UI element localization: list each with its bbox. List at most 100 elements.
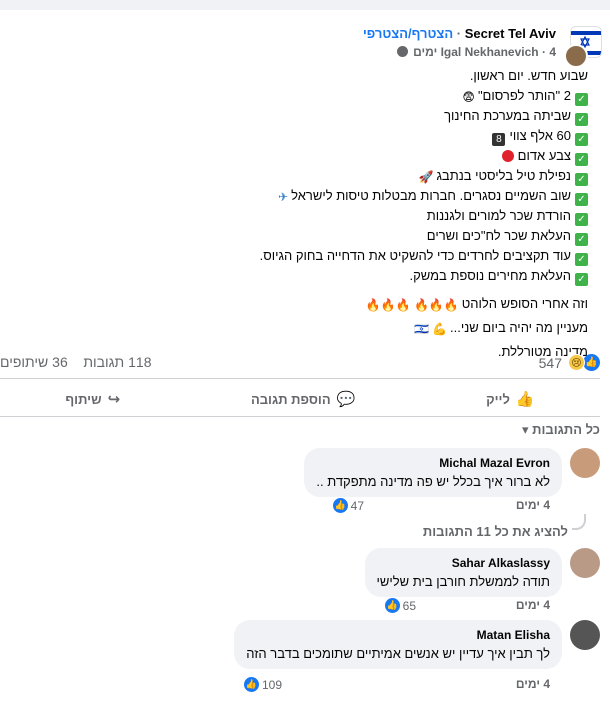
post-line: ✓ נפילת טיל בליסטי בנתבג🚀 bbox=[8, 166, 588, 186]
comment-text: לך תבין איך עדיין יש אנשים אמיתיים שתומכ… bbox=[246, 646, 550, 661]
post-line: וזה אחרי הסופש הלוהט🔥🔥🔥 🔥🔥🔥 bbox=[8, 294, 588, 314]
reaction-summary[interactable]: 👍 😢 547 bbox=[539, 354, 600, 371]
post-line-text: מעניין מה יהיה ביום שני... bbox=[450, 320, 588, 335]
comment: Michal Mazal Evron לא ברור איך בכלל יש פ… bbox=[40, 448, 600, 518]
author-avatar[interactable] bbox=[564, 44, 588, 68]
globe-icon bbox=[396, 46, 408, 57]
join-group-link[interactable]: הצטרף/הצטרפי bbox=[363, 26, 453, 41]
post-line: ✓ שוב השמיים נסגרים. חברות מבטלות טיסות ל… bbox=[8, 186, 588, 206]
check-mark-icon: ✓ bbox=[575, 233, 588, 246]
author-name[interactable]: Igal Nekhanevich bbox=[441, 45, 539, 59]
comment-bubble: Sahar Alkaslassy תודה לממשלת חורבן בית ש… bbox=[364, 548, 562, 597]
like-reaction-icon: 👍 bbox=[243, 677, 259, 692]
like-reaction-icon: 👍 bbox=[583, 354, 600, 371]
check-mark-icon: ✓ bbox=[575, 273, 588, 286]
comment-time[interactable]: 4 ימים bbox=[516, 598, 550, 612]
divider bbox=[0, 416, 600, 417]
comment-bubble: Michal Mazal Evron לא ברור איך בכלל יש פ… bbox=[304, 448, 562, 497]
comment-like-count: 65 bbox=[402, 598, 416, 613]
like-button[interactable]: 👍 לייק bbox=[486, 383, 534, 415]
comment-bubble-icon: 💬 bbox=[336, 391, 356, 408]
comment: Sahar Alkaslassy תודה לממשלת חורבן בית ש… bbox=[40, 548, 600, 618]
rocket-icon: 🚀 bbox=[418, 170, 434, 184]
commenter-name[interactable]: Matan Elisha bbox=[246, 628, 550, 642]
post-line-text: שוב השמיים נסגרים. חברות מבטלות טיסות לי… bbox=[291, 188, 571, 203]
separator-dot: · bbox=[456, 26, 462, 41]
post-stats: 👍 😢 547 118 תגובות 36 שיתופים bbox=[0, 354, 600, 374]
separator-dot: · bbox=[541, 45, 546, 59]
post-line-text: שביתה במערכת החינוך bbox=[444, 108, 571, 123]
comment: Matan Elisha לך תבין איך עדיין יש אנשים … bbox=[40, 620, 600, 692]
chevron-down-icon: ▾ bbox=[522, 422, 529, 437]
check-mark-icon: ✓ bbox=[575, 93, 588, 106]
reply-thread-line bbox=[572, 514, 586, 530]
comment-text: לא ברור איך בכלל יש פה מדינה מתפקדת .. bbox=[316, 474, 550, 489]
comment-time[interactable]: 4 ימים bbox=[516, 498, 550, 512]
comment-time[interactable]: 4 ימים bbox=[516, 677, 550, 691]
keycap-eight-icon: 8 bbox=[492, 133, 506, 146]
comment-bubble: Matan Elisha לך תבין איך עדיין יש אנשים … bbox=[234, 620, 562, 669]
post-line-text: הורדת שכר למורים ולגננות bbox=[426, 208, 571, 223]
post-body: שבוע חדש. יום ראשון. ✓ 2 "הותר לפרסום"😨 ✓… bbox=[8, 66, 588, 362]
commenter-name[interactable]: Sahar Alkaslassy bbox=[377, 556, 550, 570]
comment-likes[interactable]: 👍 109 bbox=[243, 677, 282, 692]
comment-label: הוספת תגובה bbox=[250, 391, 331, 407]
check-mark-icon: ✓ bbox=[575, 213, 588, 226]
comment-button[interactable]: 💬 הוספת תגובה bbox=[251, 383, 355, 415]
comment-likes[interactable]: 👍 47 bbox=[332, 498, 364, 513]
check-mark-icon: ✓ bbox=[575, 133, 588, 146]
like-reaction-icon: 👍 bbox=[332, 498, 348, 513]
share-count[interactable]: 36 שיתופים bbox=[0, 354, 68, 370]
post-line-text: עוד תקציבים לחרדים כדי להשקיט את הדחייה … bbox=[259, 248, 571, 263]
post-line: ✓ עוד תקציבים לחרדים כדי להשקיט את הדחייה… bbox=[8, 246, 588, 266]
post-line-text: נפילת טיל בליסטי בנתבג bbox=[436, 168, 571, 183]
post-line-text: וזה אחרי הסופש הלוהט bbox=[461, 296, 588, 311]
post-line: שבוע חדש. יום ראשון. bbox=[469, 68, 588, 83]
flexed-biceps-icon: 💪 bbox=[432, 322, 447, 336]
post-card: Secret Tel Aviv · הצטרף/הצטרפי Igal Nekh… bbox=[0, 10, 610, 701]
post-line-text: 60 אלף צווי bbox=[509, 128, 571, 143]
post-line: ✓ 60 אלף צווי8 bbox=[8, 126, 588, 146]
commenter-avatar[interactable] bbox=[570, 620, 600, 650]
share-button[interactable]: ↪ שיתוף bbox=[65, 383, 120, 415]
divider bbox=[0, 378, 600, 379]
post-line: ✓ שביתה במערכת החינוך bbox=[8, 106, 588, 126]
post-line: ✓ צבע אדום bbox=[8, 146, 588, 166]
post-line: ✓ הורדת שכר למורים ולגננות bbox=[8, 206, 588, 226]
post-line: ✓ העלאת שכר לח"כים ושרים bbox=[8, 226, 588, 246]
check-mark-icon: ✓ bbox=[575, 253, 588, 266]
group-name[interactable]: Secret Tel Aviv bbox=[465, 26, 556, 41]
like-label: לייק bbox=[486, 391, 510, 407]
comment-likes[interactable]: 👍 65 bbox=[384, 598, 416, 613]
thumbs-up-icon: 👍 bbox=[515, 391, 535, 408]
comment-filter[interactable]: כל התגובות ▾ bbox=[522, 422, 600, 438]
share-arrow-icon: ↪ bbox=[107, 391, 121, 408]
red-circle-icon bbox=[501, 150, 514, 162]
sad-reaction-icon: 😢 bbox=[568, 354, 585, 371]
comment-text: תודה לממשלת חורבן בית שלישי bbox=[376, 574, 550, 589]
post-line-text: 2 "הותר לפרסום" bbox=[477, 88, 571, 103]
post-line-text: העלאת מחירים נוספת במשק. bbox=[409, 268, 571, 283]
reaction-count: 547 bbox=[538, 354, 562, 371]
check-mark-icon: ✓ bbox=[575, 153, 588, 166]
commenter-avatar[interactable] bbox=[570, 548, 600, 578]
post-line: ✓ 2 "הותר לפרסום"😨 bbox=[8, 86, 588, 106]
post-line-text: העלאת שכר לח"כים ושרים bbox=[426, 228, 571, 243]
fire-icon: 🔥🔥🔥 🔥🔥🔥 bbox=[365, 298, 459, 312]
check-mark-icon: ✓ bbox=[575, 173, 588, 186]
share-label: שיתוף bbox=[65, 391, 102, 407]
comment-count[interactable]: 118 תגובות bbox=[83, 354, 151, 370]
airplane-icon: ✈ bbox=[278, 190, 289, 204]
post-line: ✓ העלאת מחירים נוספת במשק. bbox=[8, 266, 588, 286]
commenter-name[interactable]: Michal Mazal Evron bbox=[316, 456, 550, 470]
post-actions: 👍 לייק 💬 הוספת תגובה ↪ שיתוף bbox=[0, 383, 600, 415]
check-mark-icon: ✓ bbox=[575, 113, 588, 126]
comment-like-count: 47 bbox=[350, 498, 364, 513]
check-mark-icon: ✓ bbox=[575, 193, 588, 206]
scared-face-icon: 😨 bbox=[462, 90, 475, 104]
post-line: מעניין מה יהיה ביום שני...💪🇮🇱 bbox=[8, 318, 588, 338]
filter-label: כל התגובות bbox=[532, 422, 600, 437]
show-all-replies[interactable]: להציג את כל 11 התגובות bbox=[423, 524, 568, 539]
commenter-avatar[interactable] bbox=[570, 448, 600, 478]
post-line-text: צבע אדום bbox=[517, 148, 571, 163]
